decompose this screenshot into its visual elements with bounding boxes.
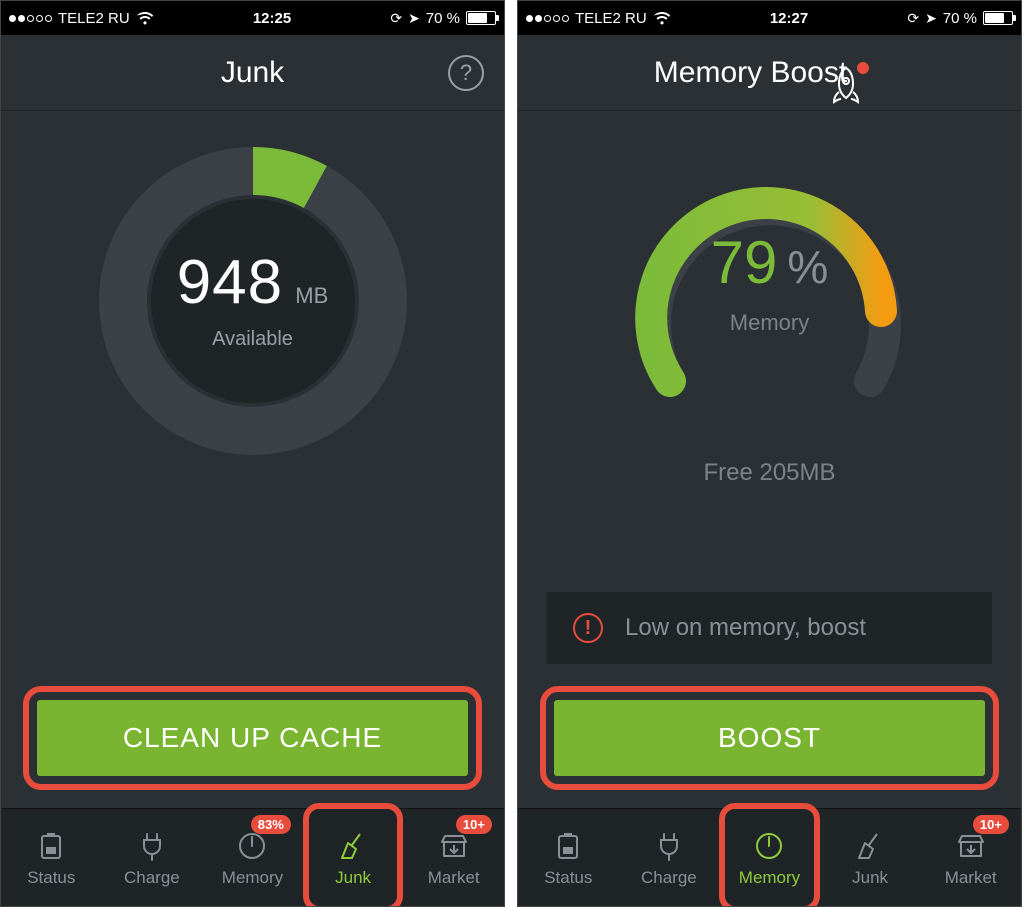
ring-center: 948 MB Available <box>151 199 355 403</box>
tab-bar: Status Charge 83% Memory Junk 10+ <box>1 808 504 906</box>
battery-icon <box>466 11 496 25</box>
battery-status-icon <box>33 828 69 864</box>
gauge-value: 79 <box>711 229 778 296</box>
badge: 10+ <box>456 815 492 834</box>
plug-icon <box>134 828 170 864</box>
status-bar: TELE2 RU 12:27 ⟳ ➤ 70 % <box>518 1 1021 35</box>
tab-label: Memory <box>222 868 283 888</box>
phone-memory: TELE2 RU 12:27 ⟳ ➤ 70 % Memory Boost <box>517 0 1022 907</box>
wifi-icon <box>136 11 154 25</box>
carrier-label: TELE2 RU <box>58 10 130 27</box>
gauge-sublabel: Memory <box>711 310 829 336</box>
ring-sublabel: Available <box>212 328 293 351</box>
low-memory-banner[interactable]: ! Low on memory, boost <box>547 592 992 664</box>
battery-icon <box>983 11 1013 25</box>
tab-charge[interactable]: Charge <box>102 809 203 906</box>
gauge-center: 79% Memory <box>711 233 829 336</box>
highlight-annotation: BOOST <box>540 686 999 790</box>
boost-button[interactable]: BOOST <box>554 700 985 776</box>
tab-memory[interactable]: 83% Memory <box>202 809 303 906</box>
gauge-percent-sign: % <box>787 241 828 293</box>
carrier-label: TELE2 RU <box>575 10 647 27</box>
status-bar: TELE2 RU 12:25 ⟳ ➤ 70 % <box>1 1 504 35</box>
tab-label: Charge <box>124 868 180 888</box>
highlight-annotation: CLEAN UP CACHE <box>23 686 482 790</box>
main-content: 948 MB Available CLEAN UP CACHE <box>1 111 504 808</box>
clean-up-cache-button[interactable]: CLEAN UP CACHE <box>37 700 468 776</box>
warn-text: Low on memory, boost <box>625 614 866 642</box>
battery-percent: 70 % <box>943 10 977 27</box>
tab-label: Status <box>544 868 592 888</box>
tab-status[interactable]: Status <box>1 809 102 906</box>
wifi-icon <box>653 11 671 25</box>
broom-icon <box>852 828 888 864</box>
page-title: Memory Boost <box>654 56 847 90</box>
tab-market[interactable]: 10+ Market <box>920 809 1021 906</box>
storage-ring-chart: 948 MB Available <box>93 141 413 461</box>
ring-unit: MB <box>289 283 328 308</box>
tab-label: Junk <box>335 868 371 888</box>
free-memory-label: Free 205MB <box>703 459 835 487</box>
broom-icon <box>335 828 371 864</box>
tab-label: Market <box>945 868 997 888</box>
plug-icon <box>651 828 687 864</box>
clock-label: 12:25 <box>253 10 291 27</box>
tab-status[interactable]: Status <box>518 809 619 906</box>
alert-icon: ! <box>573 613 603 643</box>
action-label: CLEAN UP CACHE <box>123 722 382 754</box>
rocket-button[interactable] <box>827 66 865 110</box>
tab-label: Memory <box>739 868 800 888</box>
tab-label: Charge <box>641 868 697 888</box>
badge: 83% <box>251 815 291 834</box>
tab-bar: Status Charge Memory Junk 10+ M <box>518 808 1021 906</box>
nav-bar: Junk ? <box>1 35 504 111</box>
tab-charge[interactable]: Charge <box>619 809 720 906</box>
action-label: BOOST <box>718 722 821 754</box>
tab-label: Market <box>428 868 480 888</box>
tab-junk[interactable]: Junk <box>820 809 921 906</box>
clock-label: 12:27 <box>770 10 808 27</box>
help-icon[interactable]: ? <box>448 55 484 91</box>
lock-icon: ⟳ <box>390 10 402 27</box>
tab-memory[interactable]: Memory <box>719 809 820 906</box>
notification-dot-icon <box>857 62 869 74</box>
signal-dots-icon <box>9 15 52 22</box>
signal-dots-icon <box>526 15 569 22</box>
gauge-icon <box>751 828 787 864</box>
tab-label: Status <box>27 868 75 888</box>
badge: 10+ <box>973 815 1009 834</box>
location-icon: ➤ <box>408 10 420 27</box>
nav-bar: Memory Boost <box>518 35 1021 111</box>
tab-market[interactable]: 10+ Market <box>403 809 504 906</box>
location-icon: ➤ <box>925 10 937 27</box>
battery-percent: 70 % <box>426 10 460 27</box>
page-title: Junk <box>221 56 284 90</box>
tab-label: Junk <box>852 868 888 888</box>
battery-status-icon <box>550 828 586 864</box>
lock-icon: ⟳ <box>907 10 919 27</box>
main-content: 79% Memory Free 205MB ! Low on memory, b… <box>518 111 1021 808</box>
memory-gauge-chart: 79% Memory <box>605 141 935 441</box>
phone-junk: TELE2 RU 12:25 ⟳ ➤ 70 % Junk ? 948 M <box>0 0 505 907</box>
ring-value: 948 <box>177 248 283 317</box>
tab-junk[interactable]: Junk <box>303 809 404 906</box>
